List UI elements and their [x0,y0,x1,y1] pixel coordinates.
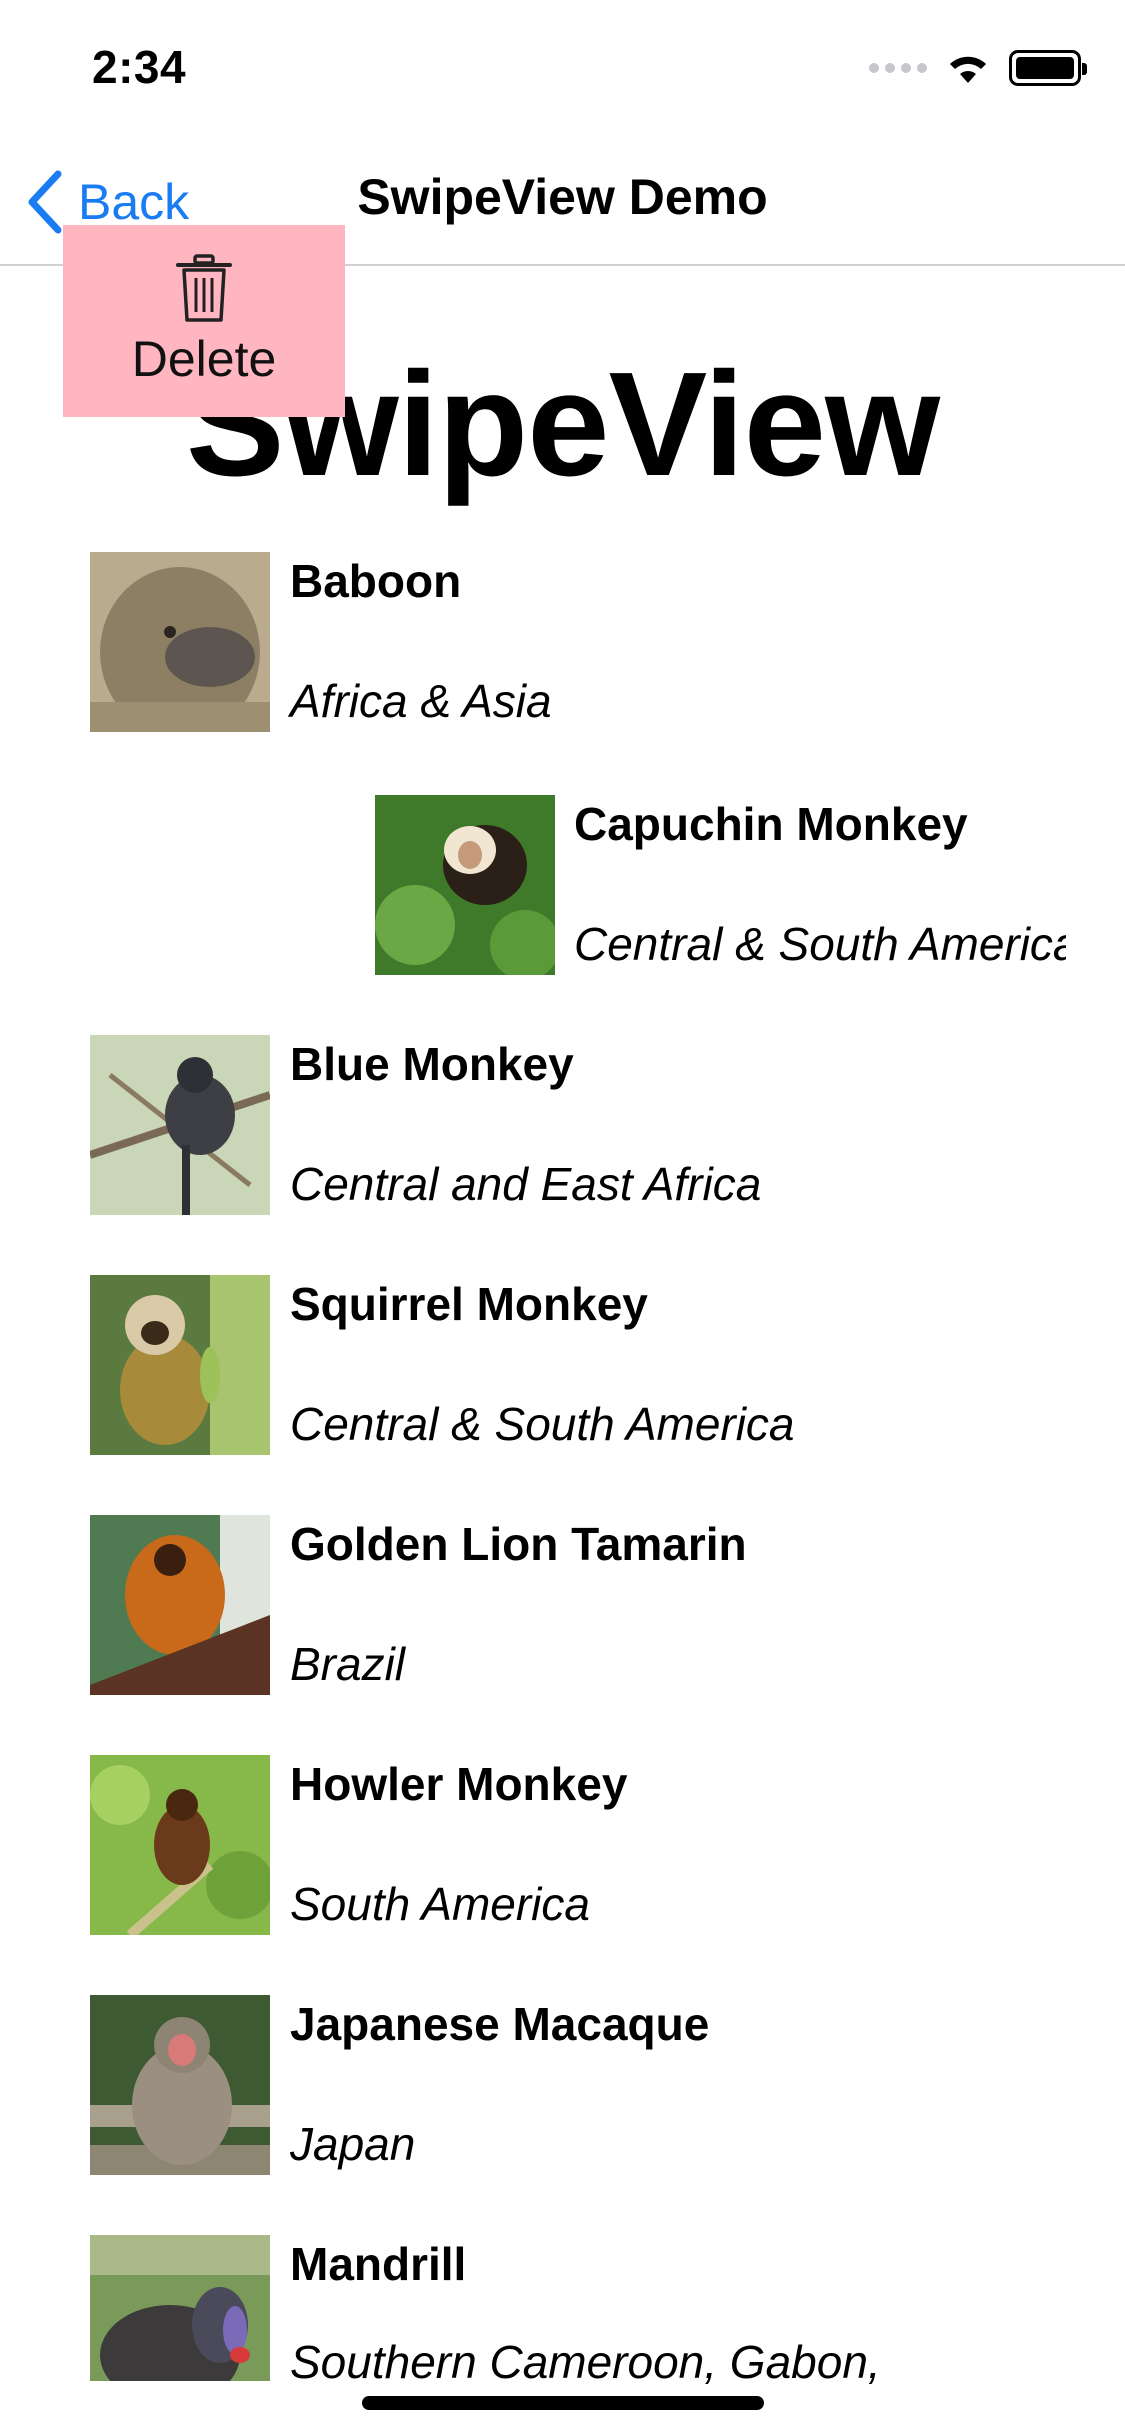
item-location: Central & South America [574,918,1066,970]
list-item[interactable]: Squirrel Monkey Central & South America [0,1263,1125,1503]
item-location: Japan [290,2118,416,2170]
item-location: Brazil [290,1638,406,1690]
item-location: South America [290,1878,590,1930]
delete-swipe-action[interactable]: Delete [63,225,345,417]
status-icons [869,50,1087,86]
trash-icon [176,254,232,322]
list-item-swiped[interactable]: Capuchin Monkey Central & South America [0,783,1125,1023]
item-name: Mandrill [290,2238,467,2290]
list-item[interactable]: Howler Monkey South America [0,1743,1125,1983]
delete-label: Delete [131,331,277,387]
item-name: Golden Lion Tamarin [290,1518,747,1570]
japanese-macaque-photo [90,1995,270,2175]
item-name: Japanese Macaque [290,1998,710,2050]
nav-title: SwipeView Demo [357,169,768,225]
cellular-signal-icon [869,63,927,73]
home-indicator[interactable] [362,2396,764,2410]
golden-lion-tamarin-photo [90,1515,270,1695]
baboon-photo [90,552,270,732]
list-item[interactable]: Japanese Macaque Japan [0,1983,1125,2223]
item-location: Central and East Africa [290,1158,762,1210]
item-name: Howler Monkey [290,1758,628,1810]
item-name: Squirrel Monkey [290,1278,648,1330]
battery-icon [1009,50,1087,86]
list-item[interactable]: Golden Lion Tamarin Brazil [0,1503,1125,1743]
status-time: 2:34 [92,41,187,93]
blue-monkey-photo [90,1035,270,1215]
list-item[interactable]: Blue Monkey Central and East Africa [0,1023,1125,1263]
item-location: Africa & Asia [290,675,552,727]
howler-monkey-photo [90,1755,270,1935]
item-name: Blue Monkey [290,1038,574,1090]
wifi-icon [950,56,986,83]
mandrill-photo [90,2235,270,2381]
item-name: Capuchin Monkey [574,798,968,850]
item-location-clip: Central & South America [574,907,1066,979]
status-bar: 2:34 [0,0,1125,140]
squirrel-monkey-photo [90,1275,270,1455]
list-item[interactable]: Baboon Africa & Asia [0,540,1125,780]
item-location: Central & South America [290,1398,795,1450]
item-location: Southern Cameroon, Gabon, [290,2336,881,2388]
capuchin-photo [375,795,555,975]
item-name: Baboon [290,555,462,607]
